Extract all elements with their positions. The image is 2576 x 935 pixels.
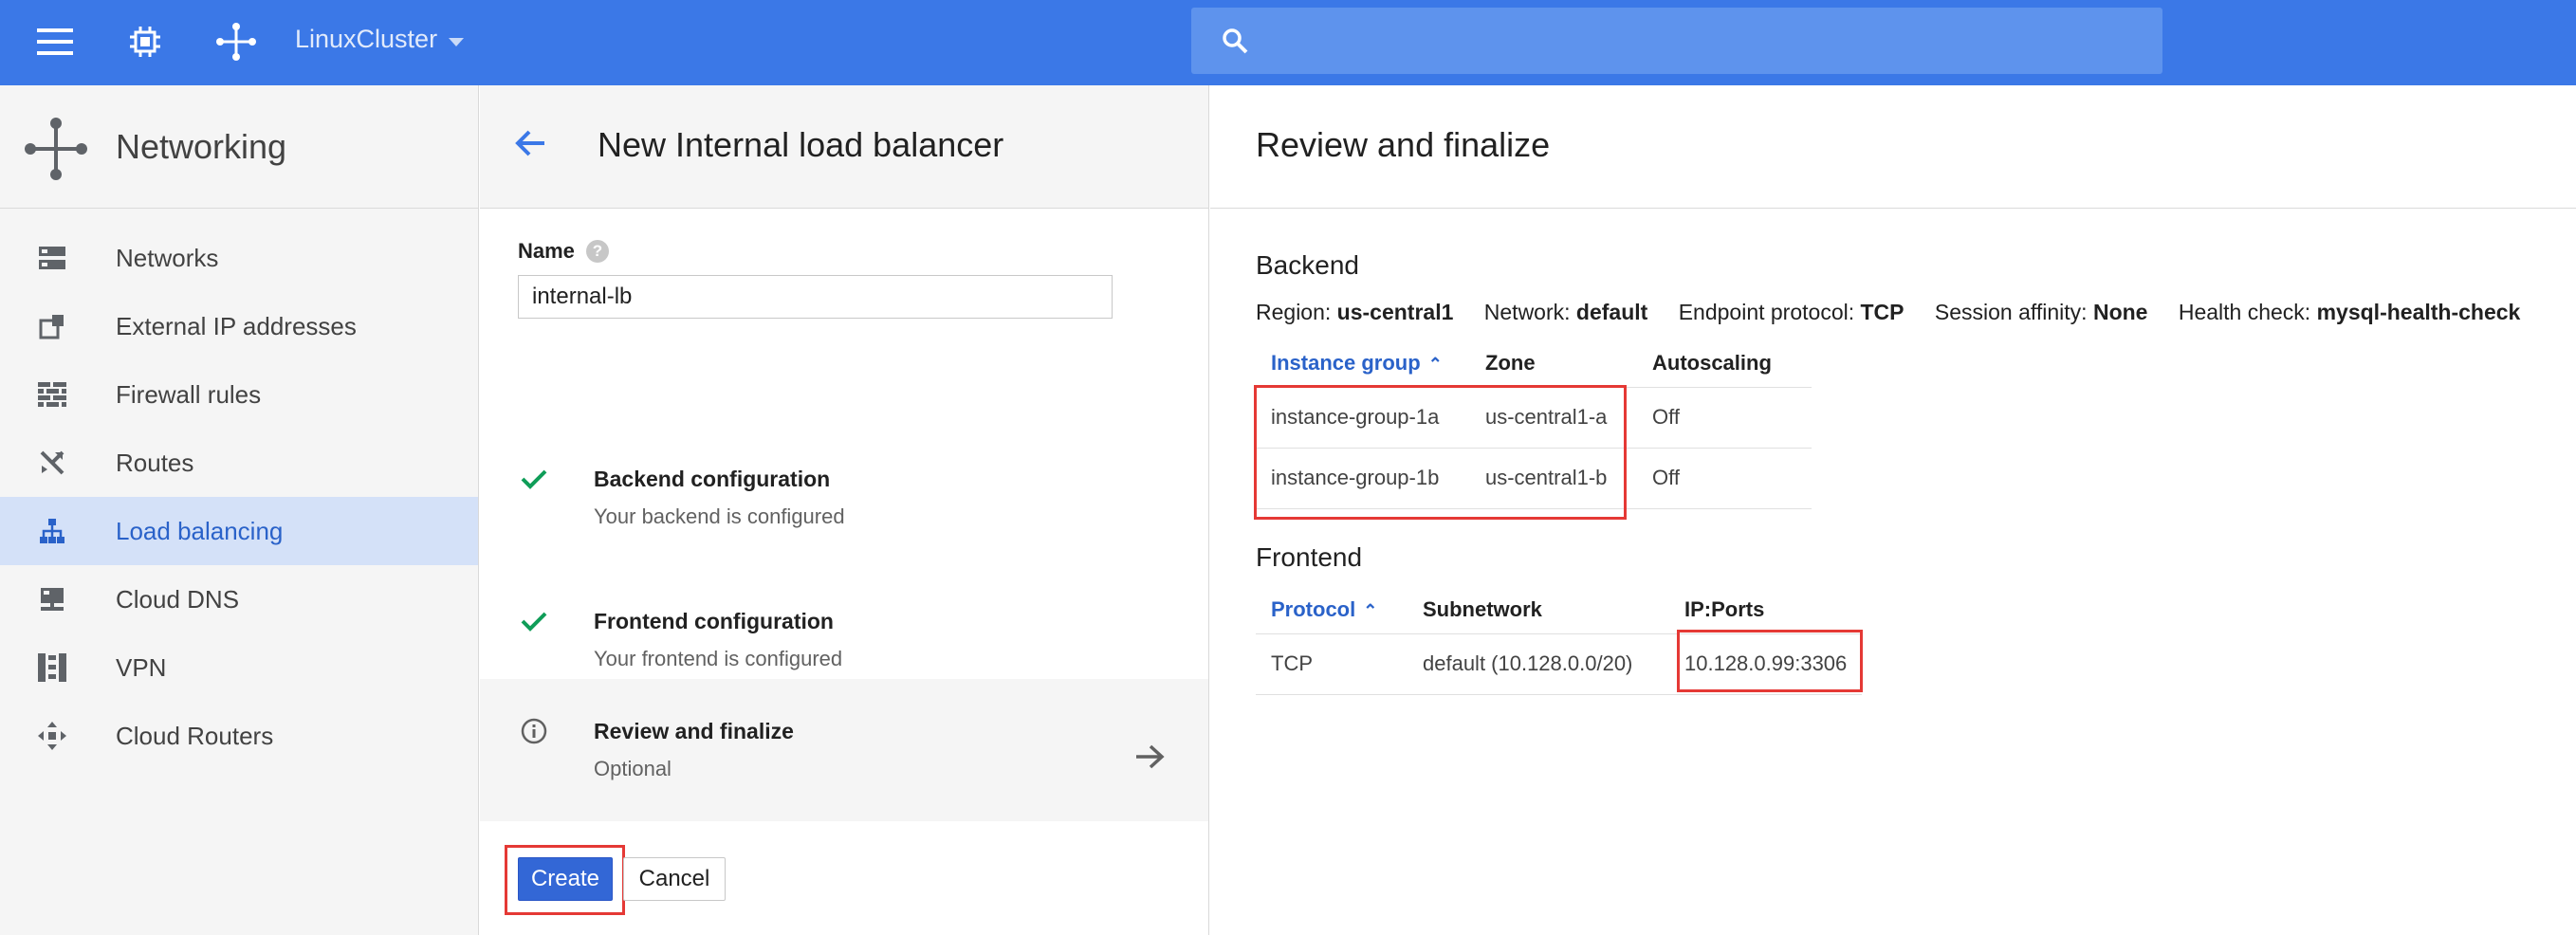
sidebar-item-label: Cloud DNS [116, 584, 240, 614]
subnetwork-cell: default (10.128.0.0/20) [1408, 633, 1669, 695]
name-label-text: Name [518, 239, 575, 263]
network-meta: Network: default [1484, 300, 1648, 324]
sidebar-item-label: Firewall rules [116, 379, 262, 409]
ip-ports-column-header: IP:Ports [1669, 586, 1863, 634]
wizard-panel: New Internal load balancer Name ? Backen… [480, 85, 1209, 935]
review-panel: Review and finalize Backend Region: us-c… [1210, 85, 2576, 935]
sidebar-item-vpn[interactable]: VPN [0, 633, 478, 702]
firewall-icon [36, 378, 68, 411]
step-backend-configuration[interactable]: Backend configuration Your backend is co… [480, 427, 1208, 569]
subnetwork-column-header: Subnetwork [1408, 586, 1669, 634]
protocol-cell: TCP [1256, 633, 1408, 695]
sidebar-item-label: External IP addresses [116, 311, 357, 340]
meta-value: TCP [1860, 300, 1904, 324]
step-subtitle: Your backend is configured [594, 504, 845, 528]
back-arrow-icon[interactable] [514, 129, 546, 162]
search-icon [1214, 20, 1256, 62]
cancel-button[interactable]: Cancel [623, 857, 726, 901]
help-icon[interactable]: ? [585, 240, 609, 263]
vpn-icon [36, 651, 68, 684]
ip-ports-highlight-box [1677, 630, 1863, 692]
sort-ascending-icon: ⌃ [1427, 354, 1443, 374]
region-meta: Region: us-central1 [1256, 300, 1453, 324]
table-header-row: Instance group ⌃ Zone Autoscaling [1256, 339, 1812, 388]
top-bar: LinuxCluster [0, 0, 2576, 85]
check-icon [520, 607, 548, 635]
frontend-heading: Frontend [1256, 542, 1363, 572]
sidebar-item-label: Routes [116, 448, 194, 477]
sort-ascending-icon: ⌃ [1363, 600, 1378, 620]
sidebar-item-external-ip[interactable]: External IP addresses [0, 292, 478, 360]
endpoint-protocol-meta: Endpoint protocol: TCP [1679, 300, 1904, 324]
protocol-column-header[interactable]: Protocol ⌃ [1256, 586, 1408, 634]
network-icon[interactable] [215, 21, 257, 63]
sidebar-item-firewall[interactable]: Firewall rules [0, 360, 478, 429]
networking-logo-icon [23, 116, 89, 187]
sidebar-item-routes[interactable]: Routes [0, 429, 478, 497]
meta-value: None [2092, 300, 2148, 324]
sidebar-item-label: Load balancing [116, 516, 284, 545]
instance-groups-highlight-box [1254, 385, 1627, 520]
step-review-and-finalize[interactable]: Review and finalize Optional [480, 679, 1208, 821]
meta-key: Session affinity: [1934, 300, 2088, 324]
cloud-dns-icon [36, 583, 68, 615]
networks-icon [36, 242, 68, 274]
check-icon [520, 465, 548, 493]
name-label: Name ? [518, 239, 609, 264]
sidebar-title: Networking [116, 127, 287, 166]
review-header: Review and finalize [1210, 85, 2576, 209]
sidebar-item-label: VPN [116, 652, 167, 682]
sidebar-item-load-balancing[interactable]: Load balancing [0, 497, 478, 565]
project-selector[interactable]: LinuxCluster [295, 25, 465, 54]
step-title: Review and finalize [594, 719, 794, 743]
autoscaling-column-header: Autoscaling [1637, 339, 1812, 388]
routes-icon [36, 447, 68, 479]
meta-key: Network: [1483, 300, 1571, 324]
create-button[interactable]: Create [518, 857, 613, 901]
chip-icon[interactable] [124, 21, 166, 63]
sidebar-item-cloud-dns[interactable]: Cloud DNS [0, 565, 478, 633]
session-affinity-meta: Session affinity: None [1935, 300, 2148, 324]
autoscaling-cell: Off [1637, 387, 1812, 449]
project-name: LinuxCluster [295, 25, 438, 53]
meta-value: us-central1 [1336, 300, 1454, 324]
dropdown-icon [449, 25, 465, 54]
sidebar-item-networks[interactable]: Networks [0, 224, 478, 292]
backend-meta: Region: us-central1 Network: default End… [1256, 300, 2545, 325]
meta-key: Health check: [2178, 300, 2311, 324]
column-label: Protocol [1271, 596, 1356, 621]
step-subtitle: Optional [594, 757, 672, 780]
name-input[interactable] [518, 275, 1113, 319]
info-icon [520, 717, 548, 745]
arrow-right-icon[interactable] [1134, 743, 1165, 775]
backend-heading: Backend [1256, 250, 1359, 280]
autoscaling-cell: Off [1637, 448, 1812, 509]
zone-column-header: Zone [1470, 339, 1637, 388]
instance-group-column-header[interactable]: Instance group ⌃ [1256, 339, 1470, 388]
column-label: Instance group [1271, 350, 1421, 375]
health-check-meta: Health check: mysql-health-check [2179, 300, 2521, 324]
review-title: Review and finalize [1256, 125, 1551, 164]
menu-icon[interactable] [34, 21, 76, 63]
sidebar-item-cloud-routers[interactable]: Cloud Routers [0, 702, 478, 770]
meta-key: Endpoint protocol: [1678, 300, 1855, 324]
table-header-row: Protocol ⌃ Subnetwork IP:Ports [1256, 586, 1863, 634]
step-title: Frontend configuration [594, 609, 834, 633]
step-title: Backend configuration [594, 467, 831, 491]
page-title: New Internal load balancer [598, 125, 1004, 164]
meta-key: Region: [1256, 300, 1332, 324]
wizard-header: New Internal load balancer [480, 85, 1208, 209]
meta-value: default [1575, 300, 1648, 324]
sidebar-item-label: Networks [116, 243, 219, 272]
meta-value: mysql-health-check [2316, 300, 2521, 324]
sidebar-header: Networking [0, 85, 478, 209]
sidebar-item-label: Cloud Routers [116, 721, 274, 750]
cloud-routers-icon [36, 720, 68, 752]
external-ip-icon [36, 310, 68, 342]
search-bar[interactable] [1191, 8, 2162, 74]
sidebar: Networking Networks External IP addresse… [0, 85, 479, 935]
step-subtitle: Your frontend is configured [594, 647, 843, 670]
load-balancing-icon [36, 515, 68, 547]
